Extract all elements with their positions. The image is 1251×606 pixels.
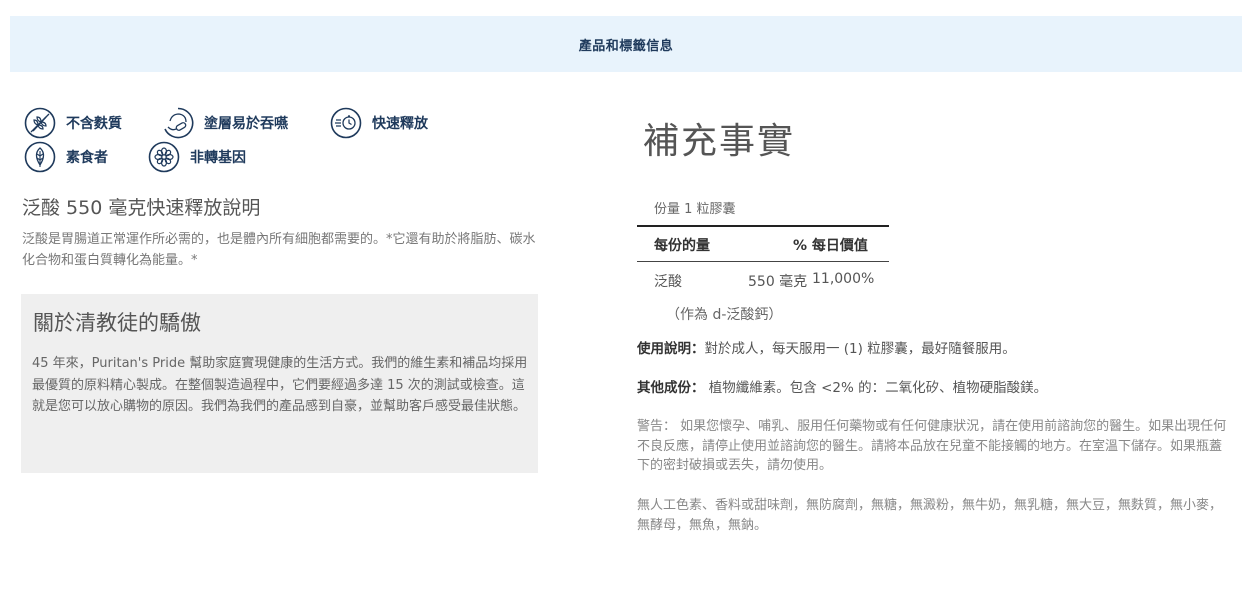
other-text: 植物纖維素。包含 <2% 的：二氧化矽、植物硬脂酸鎂。 [704,380,1048,396]
badge-label: 塗層易於吞嚥 [204,116,288,132]
badge-non-gmo: 非轉基因 [148,141,246,173]
warning-text: 警告： 如果您懷孕、哺乳、服用任何藥物或有任何健康狀況，請在使用前諮詢您的醫生。… [637,419,1227,473]
banner-title: 產品和標籤信息 [578,38,674,54]
usage-label: 使用說明： [637,341,705,357]
free-from-text: 無人工色素、香料或甜味劑，無防腐劑，無糖，無澱粉，無牛奶，無乳糖，無大豆，無麩質… [637,498,1223,533]
badge-vegetarian: 素食者 [24,141,108,173]
other-label: 其他成份： [637,380,705,396]
badge-label: 不含麩質 [66,116,122,132]
quick-release-icon [330,107,362,139]
easy-swallow-icon [164,107,194,139]
badge-label: 素食者 [66,150,108,166]
facts-divider [637,225,889,227]
facts-divider [637,261,889,262]
non-gmo-flower-icon [148,141,180,173]
badge-quick-release: 快速釋放 [330,107,428,139]
usage-directions: 使用說明：對於成人，每天服用一 (1) 粒膠囊，最好隨餐服用。 [637,340,1227,359]
ingredient-form: （作為 d-泛酸鈣） [666,307,783,323]
product-title: 泛酸 550 毫克快速釋放說明 [22,197,261,219]
badge-label: 非轉基因 [190,150,246,166]
wheat-free-icon [24,107,56,139]
other-ingredients: 其他成份： 植物纖維素。包含 <2% 的：二氧化矽、植物硬脂酸鎂。 [637,379,1227,398]
section-banner[interactable]: 產品和標籤信息 [10,16,1242,72]
about-box: 關於清教徒的驕傲 45 年來，Puritan's Pride 幫助家庭實現健康的… [21,294,538,473]
product-description: 泛酸是胃腸道正常運作所必需的，也是體內所有細胞都需要的。*它還有助於將脂肪、碳水… [22,232,536,268]
col-dv-header: % 每日價值 [793,238,868,254]
badge-easy-swallow: 塗層易於吞嚥 [162,107,288,139]
badge-label: 快速釋放 [372,116,428,132]
ingredient-amount: 550 毫克 [748,274,808,290]
ingredient-name: 泛酸 [654,274,682,290]
usage-text: 對於成人，每天服用一 (1) 粒膠囊，最好隨餐服用。 [704,341,1016,357]
ingredient-dv: 11,000% [812,271,875,287]
vegetarian-leaf-icon [24,141,56,173]
about-heading: 關於清教徒的驕傲 [33,311,201,335]
col-amount-header: 每份的量 [654,238,710,254]
about-text: 45 年來，Puritan's Pride 幫助家庭實現健康的生活方式。我們的維… [32,356,528,414]
serving-size: 份量 1 粒膠囊 [654,202,736,217]
supplement-facts-title: 補充事實 [643,121,796,162]
badge-gluten-free: 不含麩質 [24,107,122,139]
